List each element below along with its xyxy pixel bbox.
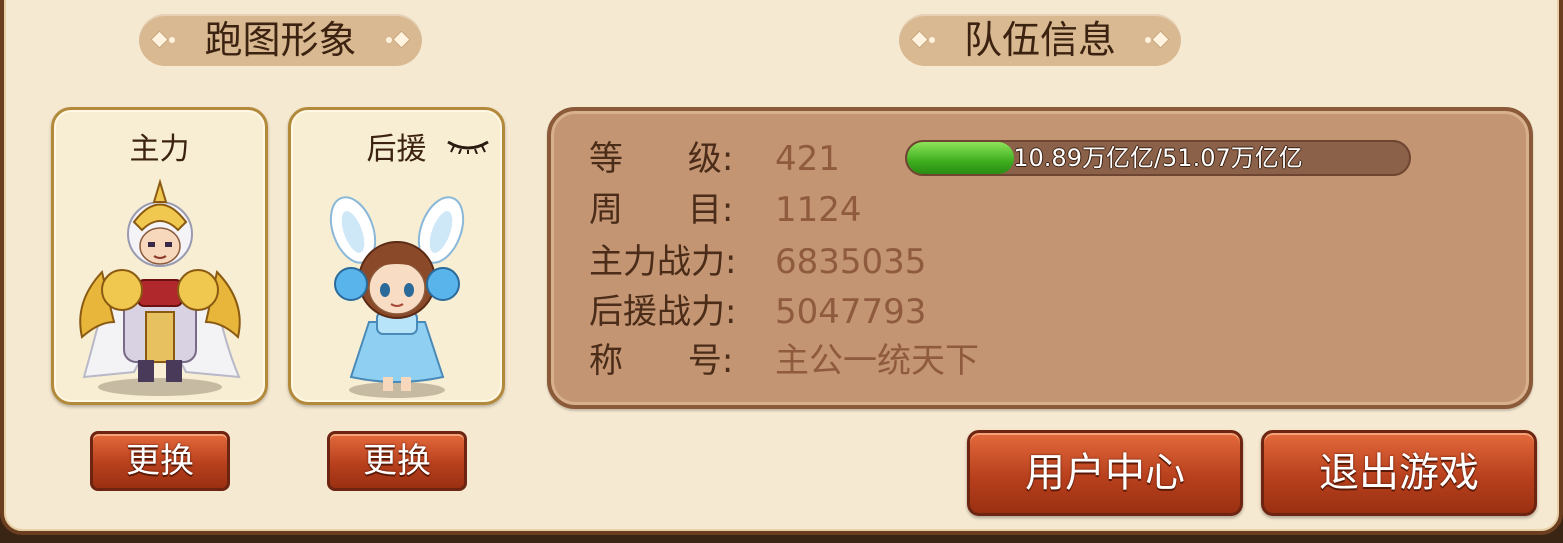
exp-progress-bar: 10.89万亿亿/51.07万亿亿 xyxy=(905,140,1411,176)
ornament-right-icon xyxy=(392,30,411,49)
team-section-label: 队伍信息 xyxy=(963,18,1116,62)
level-label: 等 级: xyxy=(589,139,734,179)
team-info-box: 等 级: 421 10.89万亿亿/51.07万亿亿 周 目: 1124 主力战… xyxy=(547,107,1533,409)
level-value: 421 xyxy=(775,139,840,179)
change-main-button[interactable]: 更换 xyxy=(90,431,230,491)
bunny-girl-character-sprite xyxy=(329,196,465,398)
ornament-dot-icon xyxy=(169,37,175,43)
main-power-value: 6835035 xyxy=(775,242,927,282)
support-power-value: 5047793 xyxy=(775,292,927,332)
support-power-label: 后援战力: xyxy=(589,292,737,332)
ornament-right-icon xyxy=(1151,30,1170,49)
round-label: 周 目: xyxy=(589,190,734,230)
main-character-card[interactable]: 主力 xyxy=(51,107,268,405)
round-value: 1124 xyxy=(775,190,862,230)
title-label: 称 号: xyxy=(589,341,734,381)
eye-closed-icon[interactable] xyxy=(446,136,490,154)
title-value: 主公一统天下 xyxy=(775,341,979,381)
exp-progress-text: 10.89万亿亿/51.07万亿亿 xyxy=(1013,144,1303,172)
knight-character-sprite xyxy=(79,178,241,396)
ornament-dot-icon xyxy=(929,37,935,43)
main-power-label: 主力战力: xyxy=(589,242,737,282)
team-section-title: 队伍信息 xyxy=(899,14,1181,66)
ornament-left-icon xyxy=(910,30,929,49)
ornament-dot-icon xyxy=(1145,37,1151,43)
change-support-button[interactable]: 更换 xyxy=(327,431,467,491)
support-character-card[interactable]: 后援 xyxy=(288,107,505,405)
avatar-section-label: 跑图形象 xyxy=(204,18,357,62)
ornament-dot-icon xyxy=(386,37,392,43)
exit-game-button[interactable]: 退出游戏 xyxy=(1261,430,1537,516)
main-card-label: 主力 xyxy=(129,132,190,167)
ornament-left-icon xyxy=(150,30,169,49)
user-center-button[interactable]: 用户中心 xyxy=(967,430,1243,516)
avatar-section-title: 跑图形象 xyxy=(139,14,422,66)
